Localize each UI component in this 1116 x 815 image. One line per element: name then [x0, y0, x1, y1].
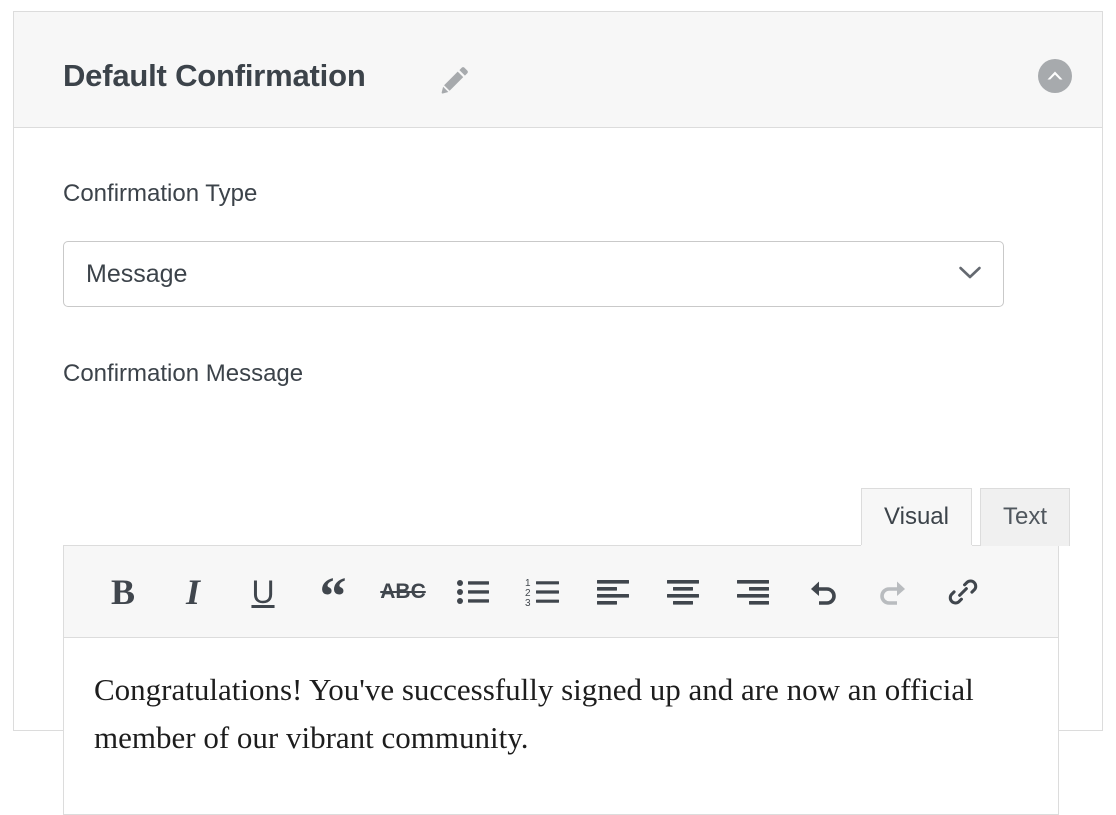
confirmation-type-select[interactable]: Message — [63, 241, 1004, 307]
align-left-icon[interactable] — [578, 560, 648, 624]
strikethrough-glyph: ABC — [380, 581, 426, 602]
undo-icon[interactable] — [788, 560, 858, 624]
confirmation-type-label: Confirmation Type — [63, 180, 257, 208]
bulleted-list-icon[interactable] — [438, 560, 508, 624]
tab-visual[interactable]: Visual — [861, 488, 972, 546]
svg-text:3: 3 — [525, 598, 531, 607]
pencil-icon[interactable] — [439, 64, 473, 98]
editor-toolbar: B I U “ ABC — [64, 546, 1058, 638]
align-right-icon[interactable] — [718, 560, 788, 624]
align-center-icon[interactable] — [648, 560, 718, 624]
blockquote-glyph: “ — [320, 582, 347, 612]
underline-glyph: U — [251, 576, 274, 608]
confirmation-message-text: Congratulations! You've successfully sig… — [94, 666, 994, 762]
blockquote-icon[interactable]: “ — [298, 560, 368, 624]
bold-icon[interactable]: B — [88, 560, 158, 624]
page-title: Default Confirmation — [63, 58, 366, 94]
tab-text[interactable]: Text — [980, 488, 1070, 546]
underline-icon[interactable]: U — [228, 560, 298, 624]
chevron-up-circle-icon — [1037, 58, 1073, 94]
insert-link-icon[interactable] — [928, 560, 998, 624]
collapse-panel-button[interactable] — [1037, 58, 1073, 94]
confirmation-type-select-wrap: Message — [63, 241, 1004, 307]
editor-mode-tabs: Visual Text — [861, 487, 1070, 546]
bold-glyph: B — [111, 574, 135, 610]
numbered-list-icon[interactable]: 1 2 3 — [508, 560, 578, 624]
redo-icon[interactable] — [858, 560, 928, 624]
italic-glyph: I — [186, 574, 200, 610]
default-confirmation-panel: Default Confirmation Confirmation Type M… — [13, 11, 1103, 731]
confirmation-message-editor: B I U “ ABC — [63, 545, 1059, 815]
italic-icon[interactable]: I — [158, 560, 228, 624]
strikethrough-icon[interactable]: ABC — [368, 560, 438, 624]
confirmation-message-label: Confirmation Message — [63, 360, 303, 388]
editor-content-area[interactable]: Congratulations! You've successfully sig… — [64, 638, 1058, 814]
panel-header: Default Confirmation — [14, 12, 1102, 128]
